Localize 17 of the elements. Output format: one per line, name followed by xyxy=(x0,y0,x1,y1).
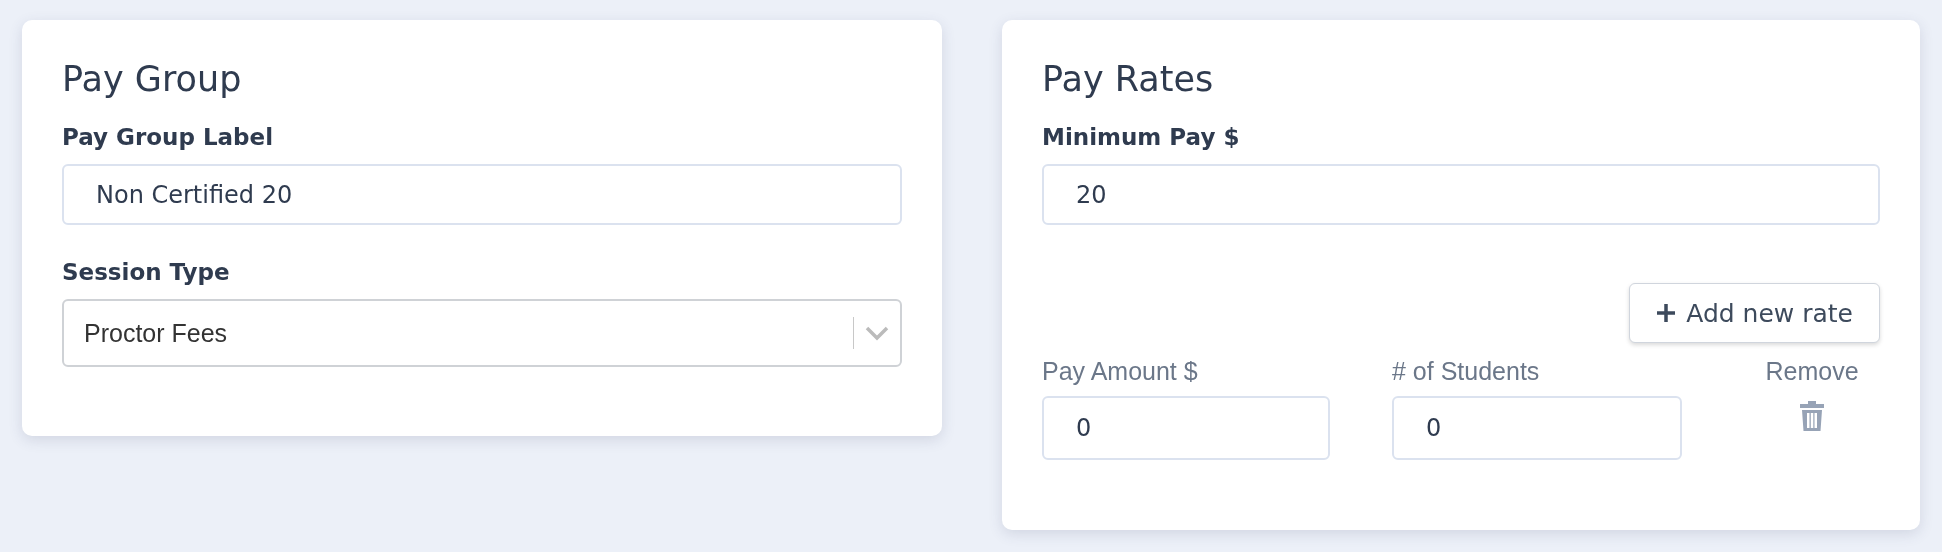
column-header: # of Students xyxy=(1392,357,1541,386)
plus-icon xyxy=(1656,303,1677,323)
card-title: Pay Group xyxy=(62,58,243,100)
pay-group-label-field[interactable]: Non Certified 20 xyxy=(62,164,902,225)
field-label: Pay Group Label xyxy=(62,124,274,150)
minimum-pay-field[interactable]: 20 xyxy=(1042,164,1880,225)
column-header: Remove xyxy=(1765,357,1859,386)
trash-icon[interactable] xyxy=(1799,400,1825,432)
add-rate-button[interactable]: Add new rate xyxy=(1629,283,1880,343)
chevron-down-icon xyxy=(864,325,890,341)
students-field[interactable]: 0 xyxy=(1392,396,1682,460)
column-header: Pay Amount $ xyxy=(1042,357,1199,386)
field-label: Minimum Pay $ xyxy=(1042,124,1240,150)
session-type-dropdown[interactable]: Proctor Fees xyxy=(62,299,902,367)
pay-amount-field[interactable]: 0 xyxy=(1042,396,1330,460)
card-title: Pay Rates xyxy=(1042,58,1215,100)
field-label: Session Type xyxy=(62,259,230,285)
